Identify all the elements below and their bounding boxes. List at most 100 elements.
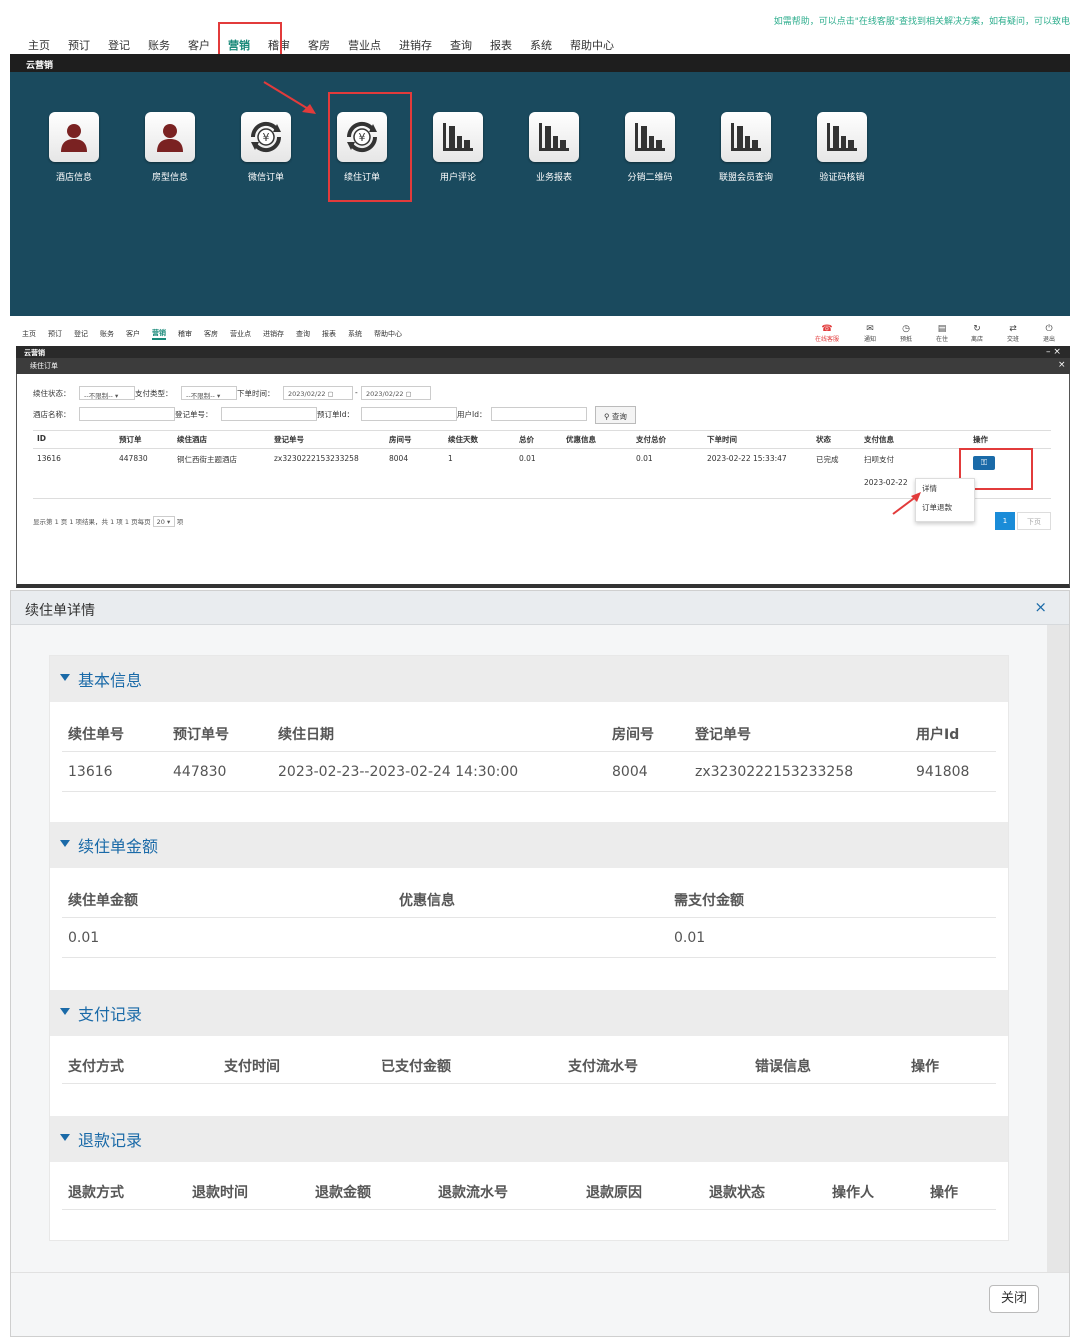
- bar-chart-icon: [625, 112, 675, 162]
- mail-icon: ✉: [866, 324, 874, 334]
- departure-button[interactable]: ↻ 离店: [963, 324, 991, 343]
- nav-checkin[interactable]: 登记: [74, 329, 88, 339]
- nav-marketing[interactable]: 营销: [152, 328, 166, 340]
- minimize-icon[interactable]: – ×: [1046, 346, 1061, 358]
- section-title: 续住单金额: [78, 837, 159, 856]
- arrow-pointer-icon: [892, 492, 921, 515]
- amount-header-row: 续住单金额 优惠信息 需支付金额: [62, 878, 996, 918]
- logout-button[interactable]: ⏻ 退出: [1035, 324, 1063, 343]
- nav-customers[interactable]: 客户: [126, 329, 140, 339]
- arrival-button[interactable]: ◷ 预抵: [892, 324, 920, 343]
- nav-inventory[interactable]: 进销存: [263, 329, 284, 339]
- menu-item-detail[interactable]: 详情: [916, 479, 974, 498]
- power-icon: ⏻: [1045, 324, 1053, 334]
- menu-item-refund[interactable]: 订单退款: [916, 498, 974, 517]
- nav-outlets[interactable]: 营业点: [230, 329, 251, 339]
- user-id-input[interactable]: [491, 407, 587, 421]
- header-refund-amount: 退款金额: [315, 1185, 371, 1201]
- tile-user-reviews[interactable]: 用户评论: [418, 112, 498, 183]
- nav-help[interactable]: 帮助中心: [374, 329, 402, 339]
- person-icon: [145, 112, 195, 162]
- header-discount: 优惠信息: [399, 893, 455, 909]
- tile-wechat-orders[interactable]: ¥ 微信订单: [226, 112, 306, 183]
- notice-button[interactable]: ✉ 通知: [856, 324, 884, 343]
- close-button[interactable]: 关闭: [989, 1285, 1039, 1313]
- nav-reports[interactable]: 报表: [490, 37, 512, 53]
- col-room: 房间号: [389, 435, 412, 444]
- cell-status: 已完成: [816, 455, 839, 464]
- nav-home[interactable]: 主页: [22, 329, 36, 339]
- page-size-select[interactable]: 20 ▾: [152, 516, 175, 527]
- nav-system[interactable]: 系统: [348, 329, 362, 339]
- tile-label: 微信订单: [247, 173, 284, 183]
- header-amount-due: 需支付金额: [674, 893, 744, 909]
- nav-booking[interactable]: 预订: [68, 37, 90, 53]
- pay-type-select[interactable]: --不限制-- ▾: [181, 386, 237, 400]
- nav-customers[interactable]: 客户: [188, 37, 210, 53]
- tile-alliance-member-query[interactable]: 联盟会员查询: [706, 112, 786, 183]
- section-basic-info[interactable]: 基本信息: [50, 656, 1008, 702]
- tile-hotel-info[interactable]: 酒店信息: [34, 112, 114, 183]
- scrollbar[interactable]: [1047, 625, 1069, 1272]
- nav-query[interactable]: 查询: [450, 37, 472, 53]
- close-icon[interactable]: ×: [1058, 360, 1066, 370]
- tile-room-type-info[interactable]: 房型信息: [130, 112, 210, 183]
- nav-inventory[interactable]: 进销存: [399, 37, 432, 53]
- tile-verify-code[interactable]: 验证码核销: [802, 112, 882, 183]
- nav-checkin[interactable]: 登记: [108, 37, 130, 53]
- header-extension-no: 续住单号: [68, 727, 124, 743]
- nav-reports[interactable]: 报表: [322, 329, 336, 339]
- header-extension-amount: 续住单金额: [68, 893, 138, 909]
- nav-outlets[interactable]: 营业点: [348, 37, 381, 53]
- online-service-button[interactable]: ☎ 在线客服: [813, 324, 841, 343]
- section-payment-records[interactable]: 支付记录: [50, 990, 1008, 1036]
- col-paid: 支付总价: [636, 435, 666, 444]
- section-refund-records[interactable]: 退款记录: [50, 1116, 1008, 1162]
- tile-label: 房型信息: [151, 173, 188, 183]
- page-1-button[interactable]: 1: [995, 512, 1015, 530]
- date-to-input[interactable]: 2023/02/22 ▢: [361, 386, 431, 400]
- header-paid-amount: 已支付金额: [381, 1059, 451, 1075]
- date-from-input[interactable]: 2023/02/22 ▢: [283, 386, 353, 400]
- status-select[interactable]: --不限制-- ▾: [79, 386, 135, 400]
- header-pay-serial: 支付流水号: [568, 1059, 638, 1075]
- nav-rooms[interactable]: 客房: [308, 37, 330, 53]
- nav-query[interactable]: 查询: [296, 329, 310, 339]
- cell-pay-info: 扫呗支付: [864, 455, 894, 464]
- close-icon[interactable]: ×: [1034, 598, 1047, 616]
- tile-label: 分销二维码: [627, 173, 673, 183]
- nav-accounts[interactable]: 账务: [148, 37, 170, 53]
- reg-no-label: 登记单号：: [175, 410, 213, 419]
- reg-no-input[interactable]: [221, 407, 317, 421]
- col-days: 续住天数: [448, 435, 478, 444]
- nav-home[interactable]: 主页: [28, 37, 50, 53]
- booking-id-label: 预订单Id：: [317, 410, 354, 419]
- extension-detail-dialog: 续住单详情 × 基本信息 续住单号 预订单号 续住日期 房间号 登记单号 用户I…: [10, 590, 1070, 1337]
- order-time-label: 下单时间：: [237, 389, 275, 398]
- nav-help[interactable]: 帮助中心: [570, 37, 614, 53]
- tile-distribution-qr[interactable]: 分销二维码: [610, 112, 690, 183]
- hotel-name-input[interactable]: [79, 407, 175, 421]
- in-house-button[interactable]: ▤ 在住: [928, 324, 956, 343]
- row-action-menu: 详情 订单退款: [915, 478, 975, 522]
- booking-id-input[interactable]: [361, 407, 457, 421]
- tile-business-reports[interactable]: 业务报表: [514, 112, 594, 183]
- cell-booking: 447830: [119, 454, 148, 463]
- nav-rooms[interactable]: 客房: [204, 329, 218, 339]
- section-amount[interactable]: 续住单金额: [50, 822, 1008, 868]
- next-page-button[interactable]: 下页: [1017, 512, 1051, 530]
- nav-accounts[interactable]: 账务: [100, 329, 114, 339]
- value-extension-date: 2023-02-23--2023-02-24 14:30:00: [278, 764, 519, 780]
- col-booking: 预订单: [119, 435, 142, 444]
- col-hotel: 续住酒店: [177, 435, 207, 444]
- col-discount: 优惠信息: [566, 435, 596, 444]
- nav-system[interactable]: 系统: [530, 37, 552, 53]
- caret-down-icon: [60, 674, 70, 681]
- tile-label: 验证码核销: [819, 173, 865, 183]
- tile-label: 酒店信息: [55, 173, 92, 183]
- header-booking-no: 预订单号: [173, 727, 229, 743]
- shift-button[interactable]: ⇄ 交班: [999, 324, 1027, 343]
- query-button[interactable]: ⚲ 查询: [595, 406, 636, 424]
- nav-audit[interactable]: 稽审: [178, 329, 192, 339]
- nav-booking[interactable]: 预订: [48, 329, 62, 339]
